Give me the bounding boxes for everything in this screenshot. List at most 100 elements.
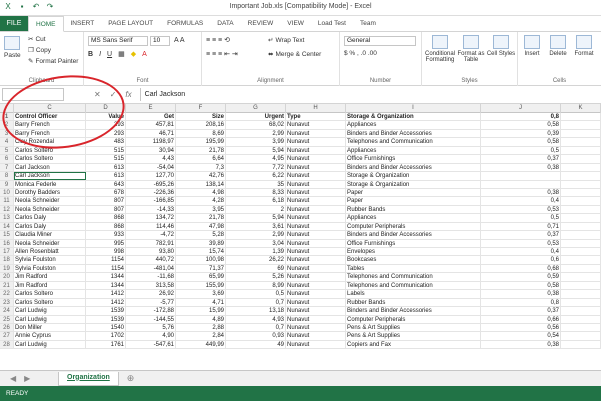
cell[interactable]: -695,26 xyxy=(126,180,176,188)
name-box[interactable] xyxy=(2,88,64,101)
cell[interactable]: 449,99 xyxy=(176,340,226,349)
cell[interactable]: Pens & Art Supplies xyxy=(346,323,481,332)
cell[interactable] xyxy=(561,188,601,197)
cell[interactable]: 21,78 xyxy=(176,146,226,155)
row-number[interactable]: 6 xyxy=(0,155,14,163)
cell[interactable]: 613 xyxy=(86,163,126,172)
formula-input[interactable]: Carl Jackson xyxy=(139,88,601,101)
merge-center-button[interactable]: ⬌ Merge & Center xyxy=(268,50,321,59)
cell[interactable] xyxy=(561,172,601,180)
cell[interactable] xyxy=(561,315,601,323)
cell[interactable]: -226,36 xyxy=(126,188,176,197)
cell[interactable]: 995 xyxy=(86,239,126,247)
cell[interactable]: 0,38 xyxy=(481,290,561,298)
cell[interactable]: Carl Ludwig xyxy=(14,340,86,349)
align-buttons[interactable]: ≡ ≡ ≡ ⟲ xyxy=(206,36,230,44)
cell[interactable] xyxy=(561,222,601,231)
row-number[interactable]: 18 xyxy=(0,256,14,264)
cell[interactable]: 0,8 xyxy=(481,298,561,307)
row-number[interactable]: 21 xyxy=(0,281,14,290)
cell[interactable]: 0,71 xyxy=(481,222,561,231)
cell[interactable]: -14,33 xyxy=(126,205,176,214)
worksheet[interactable]: C D E F G H I J K 1 Control Officer Value G… xyxy=(0,104,601,362)
cell[interactable] xyxy=(561,340,601,349)
cell[interactable]: Nunavut xyxy=(286,172,346,180)
cell[interactable]: 1154 xyxy=(86,264,126,273)
cell[interactable]: 0,53 xyxy=(481,205,561,214)
cell[interactable]: Computer Peripherals xyxy=(346,315,481,323)
cell[interactable]: 5,26 xyxy=(226,273,286,281)
cell[interactable]: Nunavut xyxy=(286,273,346,281)
cell[interactable]: 807 xyxy=(86,205,126,214)
cell[interactable]: Appliances xyxy=(346,214,481,222)
row-number[interactable]: 14 xyxy=(0,222,14,231)
cell[interactable]: 13,18 xyxy=(226,307,286,315)
cell[interactable]: Telephones and Communication xyxy=(346,138,481,146)
font-grow-shrink[interactable]: A A xyxy=(174,37,185,44)
cell[interactable]: 0,37 xyxy=(481,231,561,239)
cell[interactable]: 65,99 xyxy=(176,273,226,281)
cell[interactable]: 868 xyxy=(86,222,126,231)
row-number[interactable]: 12 xyxy=(0,205,14,214)
cell[interactable]: Jim Radford xyxy=(14,281,86,290)
cell[interactable]: Allen Rosenblatt xyxy=(14,248,86,256)
row-number[interactable]: 10 xyxy=(0,188,14,197)
borders-icon[interactable]: ▦ xyxy=(118,50,125,58)
tab-insert[interactable]: INSERT xyxy=(64,16,102,31)
cell[interactable]: Carl Ludwig xyxy=(14,315,86,323)
cell[interactable] xyxy=(561,273,601,281)
tab-formulas[interactable]: FORMULAS xyxy=(160,16,210,31)
cell[interactable]: 134,72 xyxy=(126,214,176,222)
file-tab[interactable]: FILE xyxy=(0,16,28,31)
cell[interactable]: 0,8 xyxy=(481,113,561,121)
bold-button[interactable]: B xyxy=(88,51,93,58)
cell[interactable]: 3,69 xyxy=(176,290,226,298)
cell[interactable]: Rubber Bands xyxy=(346,205,481,214)
row-number[interactable]: 4 xyxy=(0,138,14,146)
cell[interactable]: Jim Radford xyxy=(14,273,86,281)
cell[interactable]: Nunavut xyxy=(286,323,346,332)
cell[interactable]: Clay Rozendal xyxy=(14,138,86,146)
cell[interactable]: Storage & Organization xyxy=(346,113,481,121)
halign-buttons[interactable]: ≡ ≡ ≡ ⇤ ⇥ xyxy=(206,50,238,58)
cell[interactable]: 35 xyxy=(226,180,286,188)
cell[interactable]: Carl Ludwig xyxy=(14,307,86,315)
cell[interactable]: 0,5 xyxy=(481,214,561,222)
cell[interactable] xyxy=(561,332,601,340)
cell[interactable]: Nunavut xyxy=(286,197,346,205)
copy-button[interactable]: ❐ Copy xyxy=(28,46,51,55)
cell[interactable]: Nunavut xyxy=(286,121,346,129)
column-header[interactable]: G xyxy=(226,104,286,113)
cell[interactable]: 26,92 xyxy=(126,290,176,298)
cell[interactable]: 127,70 xyxy=(126,172,176,180)
cell[interactable]: Nunavut xyxy=(286,231,346,239)
cell[interactable]: 613 xyxy=(86,172,126,180)
cell[interactable]: Nunavut xyxy=(286,264,346,273)
cell[interactable]: 1702 xyxy=(86,332,126,340)
fill-color-icon[interactable]: ◆ xyxy=(131,50,136,58)
cell[interactable]: Computer Peripherals xyxy=(346,222,481,231)
cell[interactable]: 0,93 xyxy=(226,332,286,340)
cell[interactable]: 293 xyxy=(86,121,126,129)
cell[interactable]: Telephones and Communication xyxy=(346,281,481,290)
cell[interactable]: Nunavut xyxy=(286,214,346,222)
cell[interactable]: 7,3 xyxy=(176,163,226,172)
cell[interactable] xyxy=(561,205,601,214)
cell[interactable]: 1198,97 xyxy=(126,138,176,146)
cell[interactable]: 21,78 xyxy=(176,214,226,222)
cell[interactable]: Don Miller xyxy=(14,323,86,332)
cell[interactable]: Binders and Binder Accessories xyxy=(346,307,481,315)
cell[interactable]: 4,93 xyxy=(226,315,286,323)
cell[interactable]: 6,22 xyxy=(226,172,286,180)
row-number[interactable]: 19 xyxy=(0,264,14,273)
cell[interactable] xyxy=(561,281,601,290)
cell[interactable]: Carlos Soltero xyxy=(14,155,86,163)
cell[interactable] xyxy=(481,172,561,180)
cell[interactable]: 6,18 xyxy=(226,197,286,205)
cell[interactable]: -166,85 xyxy=(126,197,176,205)
cell[interactable]: 515 xyxy=(86,155,126,163)
row-number[interactable]: 28 xyxy=(0,340,14,349)
cell[interactable]: Nunavut xyxy=(286,239,346,247)
cell[interactable]: 0,4 xyxy=(481,197,561,205)
cell[interactable]: 0,58 xyxy=(481,281,561,290)
